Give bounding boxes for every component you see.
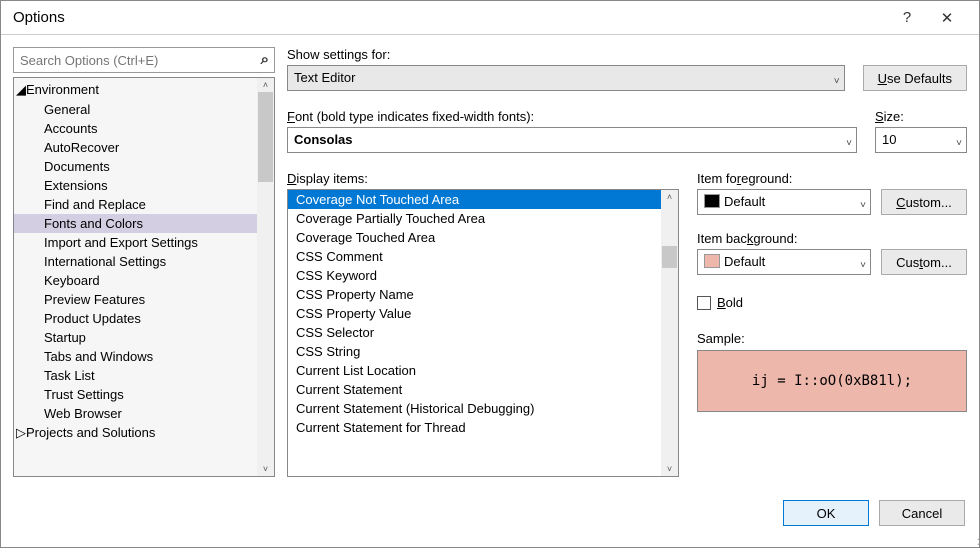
scroll-up-icon[interactable]: ˄ — [257, 78, 274, 92]
scroll-down-icon[interactable]: ˅ — [661, 462, 678, 476]
show-settings-for-select[interactable]: Text Editor ˅ — [287, 65, 845, 91]
list-item[interactable]: Coverage Not Touched Area — [288, 190, 678, 209]
title-bar: Options ? ✕ — [1, 1, 979, 35]
list-scrollbar[interactable]: ˄ ˅ — [661, 190, 678, 476]
tree-item-import-and-export-settings[interactable]: Import and Export Settings — [14, 233, 274, 252]
list-item[interactable]: Current Statement — [288, 380, 678, 399]
scroll-down-icon[interactable]: ˅ — [257, 462, 274, 476]
bold-checkbox[interactable]: Bold — [697, 295, 743, 310]
tree-item-autorecover[interactable]: AutoRecover — [14, 138, 274, 157]
chevron-down-icon: ˅ — [860, 256, 866, 276]
tree-item-task-list[interactable]: Task List — [14, 366, 274, 385]
size-select[interactable]: 10 ˅ — [875, 127, 967, 153]
chevron-down-icon: ˅ — [860, 196, 866, 216]
color-swatch-icon — [704, 194, 720, 208]
item-foreground-label: Item foreground: — [697, 171, 967, 186]
ok-button[interactable]: OK — [783, 500, 869, 526]
tree-item-product-updates[interactable]: Product Updates — [14, 309, 274, 328]
item-foreground-select[interactable]: Default ˅ — [697, 189, 871, 215]
color-swatch-icon — [704, 254, 720, 268]
item-background-label: Item background: — [697, 231, 967, 246]
tree-item-extensions[interactable]: Extensions — [14, 176, 274, 195]
tree-item-fonts-and-colors[interactable]: Fonts and Colors — [14, 214, 274, 233]
display-items-label: Display items: — [287, 171, 679, 186]
expand-caret-icon: ◢ — [16, 82, 26, 98]
tree-item-tabs-and-windows[interactable]: Tabs and Windows — [14, 347, 274, 366]
chevron-down-icon: ˅ — [846, 134, 852, 154]
list-item[interactable]: CSS Keyword — [288, 266, 678, 285]
scroll-thumb[interactable] — [662, 246, 677, 268]
scroll-thumb[interactable] — [258, 92, 273, 182]
foreground-custom-button[interactable]: Custom... — [881, 189, 967, 215]
chevron-down-icon: ˅ — [956, 134, 962, 154]
search-input[interactable] — [13, 47, 275, 73]
checkbox-box-icon — [697, 296, 711, 310]
background-custom-button[interactable]: Custom... — [881, 249, 967, 275]
tree-item-preview-features[interactable]: Preview Features — [14, 290, 274, 309]
list-item[interactable]: Current List Location — [288, 361, 678, 380]
list-item[interactable]: CSS Comment — [288, 247, 678, 266]
list-item[interactable]: CSS Selector — [288, 323, 678, 342]
tree-item-international-settings[interactable]: International Settings — [14, 252, 274, 271]
tree-item-keyboard[interactable]: Keyboard — [14, 271, 274, 290]
tree-item-web-browser[interactable]: Web Browser — [14, 404, 274, 423]
chevron-down-icon: ˅ — [834, 72, 840, 92]
sample-label: Sample: — [697, 331, 967, 346]
tree-item-find-and-replace[interactable]: Find and Replace — [14, 195, 274, 214]
tree-item-projects-and-solutions[interactable]: ▷Projects and Solutions — [14, 423, 274, 443]
tree-item-environment[interactable]: ◢Environment — [14, 80, 274, 100]
tree-item-documents[interactable]: Documents — [14, 157, 274, 176]
tree-item-trust-settings[interactable]: Trust Settings — [14, 385, 274, 404]
use-defaults-button[interactable]: Use Defaults — [863, 65, 967, 91]
search-icon: ⌕ — [261, 51, 269, 68]
list-item[interactable]: CSS String — [288, 342, 678, 361]
font-select[interactable]: Consolas ˅ — [287, 127, 857, 153]
window-title: Options — [13, 9, 887, 26]
tree-scrollbar[interactable]: ˄ ˅ — [257, 78, 274, 476]
sample-preview: ij = I::oO(0xB81l); — [697, 350, 967, 412]
list-item[interactable]: CSS Property Name — [288, 285, 678, 304]
tree-item-general[interactable]: General — [14, 100, 274, 119]
tree-item-accounts[interactable]: Accounts — [14, 119, 274, 138]
font-label: Font (bold type indicates fixed-width fo… — [287, 109, 857, 124]
tree-item-startup[interactable]: Startup — [14, 328, 274, 347]
expand-caret-icon: ▷ — [16, 425, 26, 441]
display-items-listbox[interactable]: Coverage Not Touched AreaCoverage Partia… — [287, 189, 679, 477]
list-item[interactable]: Current Statement for Thread — [288, 418, 678, 437]
show-settings-for-label: Show settings for: — [287, 47, 845, 62]
list-item[interactable]: CSS Property Value — [288, 304, 678, 323]
list-item[interactable]: Current Statement (Historical Debugging) — [288, 399, 678, 418]
list-item[interactable]: Coverage Partially Touched Area — [288, 209, 678, 228]
close-button[interactable]: ✕ — [927, 9, 967, 27]
cancel-button[interactable]: Cancel — [879, 500, 965, 526]
list-item[interactable]: Coverage Touched Area — [288, 228, 678, 247]
size-label: Size: — [875, 109, 967, 124]
scroll-up-icon[interactable]: ˄ — [661, 190, 678, 204]
item-background-select[interactable]: Default ˅ — [697, 249, 871, 275]
help-button[interactable]: ? — [887, 9, 927, 26]
options-tree[interactable]: ◢EnvironmentGeneralAccountsAutoRecoverDo… — [13, 77, 275, 477]
